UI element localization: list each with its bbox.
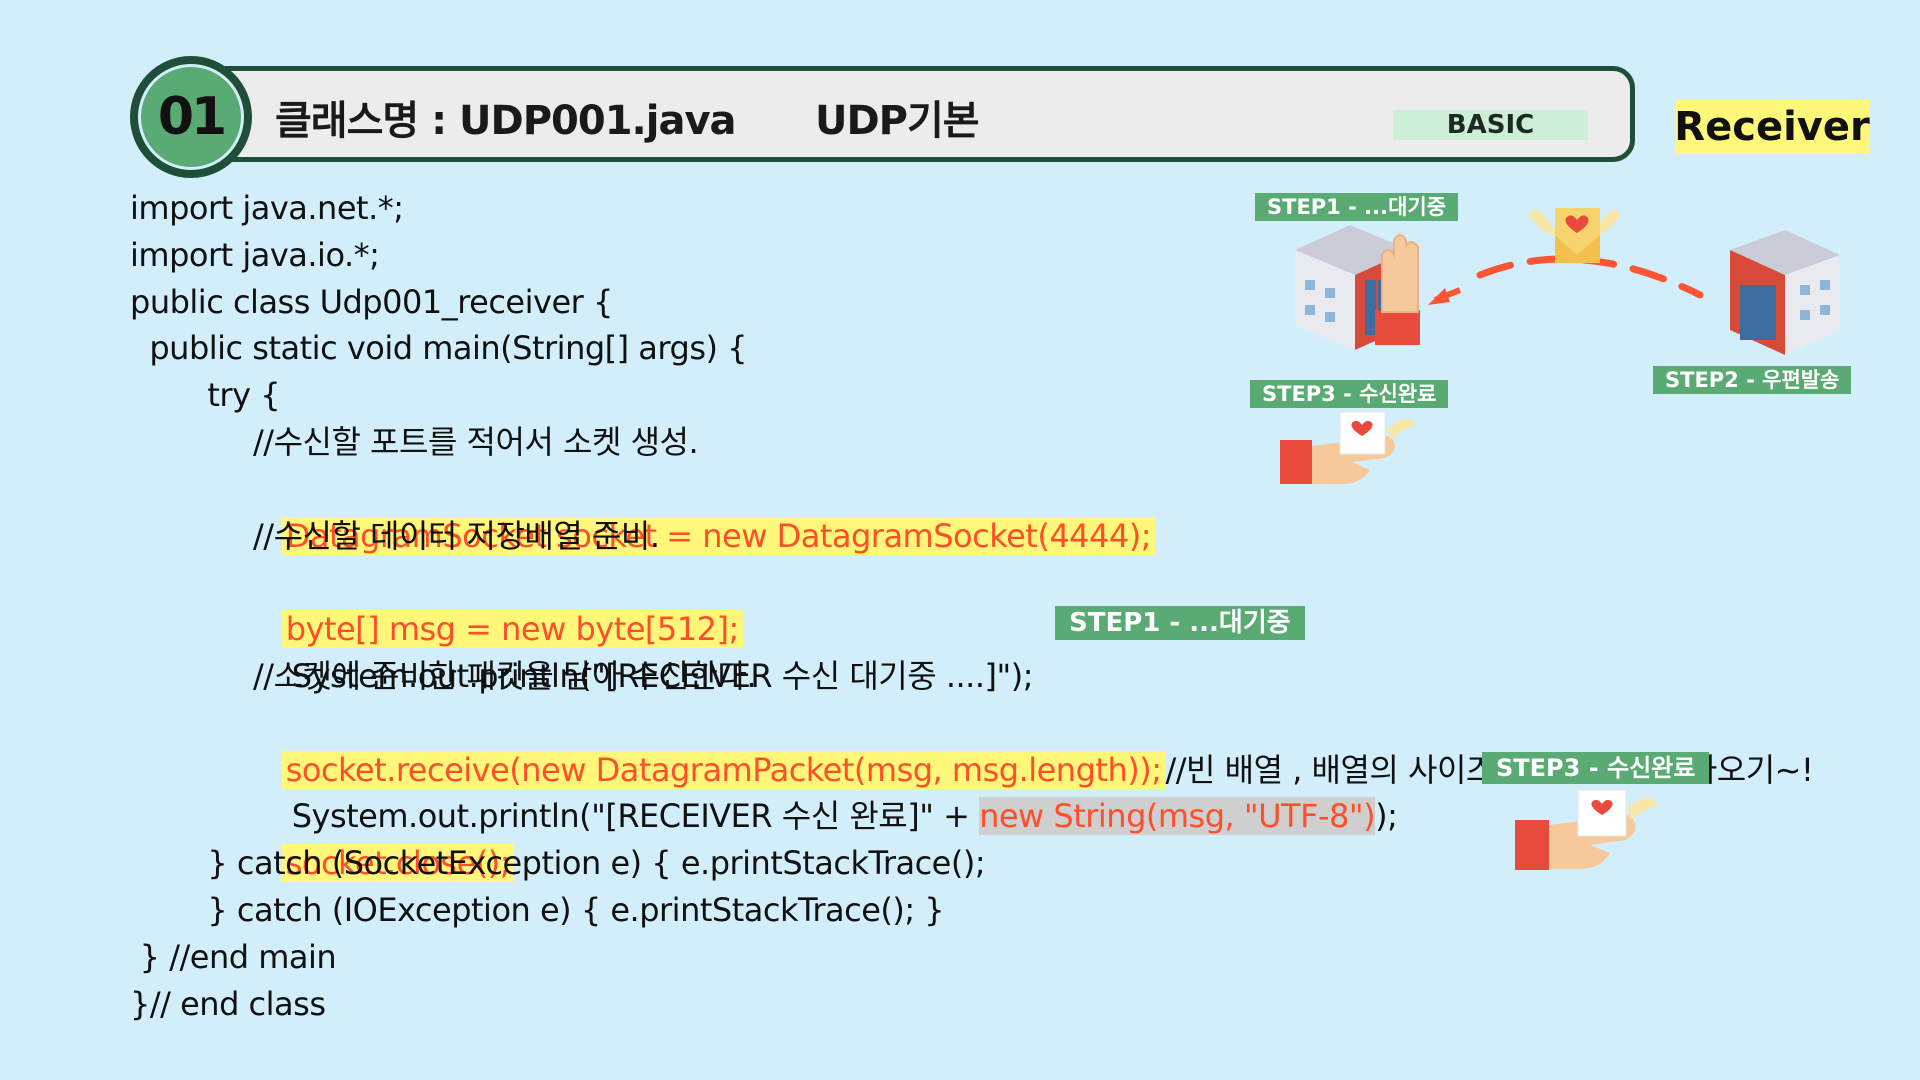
lesson-number: 01 xyxy=(157,87,227,147)
winged-envelope-icon xyxy=(1529,208,1621,263)
post-office-building-icon xyxy=(1730,230,1840,355)
code-line: } catch (IOException e) { e.printStackTr… xyxy=(130,890,945,929)
code-line: }// end class xyxy=(130,984,326,1023)
step3-tag: STEP3 - 수신완료 xyxy=(1482,752,1710,784)
lesson-number-badge: 01 xyxy=(130,56,252,178)
code-comment: //수신할 데이터 저장배열 준비. xyxy=(253,516,660,555)
code-line: } //end main xyxy=(130,937,337,976)
level-badge: BASIC xyxy=(1393,110,1588,140)
code-comment: //소켓에 준비한 패킷을 담아 수신한다. xyxy=(253,656,757,695)
step1-tag: STEP1 - ...대기중 xyxy=(1055,606,1305,640)
dashed-arrow-icon xyxy=(1428,255,1704,305)
mail-flow-diagram xyxy=(1280,208,1840,485)
class-name-title: 클래스명 : UDP001.java xyxy=(275,98,737,144)
hand-holding-envelope-icon xyxy=(1280,411,1415,485)
topic-title: UDP기본 xyxy=(815,98,980,144)
hand-holding-envelope-icon xyxy=(1515,789,1658,870)
role-label: Receiver xyxy=(1674,100,1870,154)
